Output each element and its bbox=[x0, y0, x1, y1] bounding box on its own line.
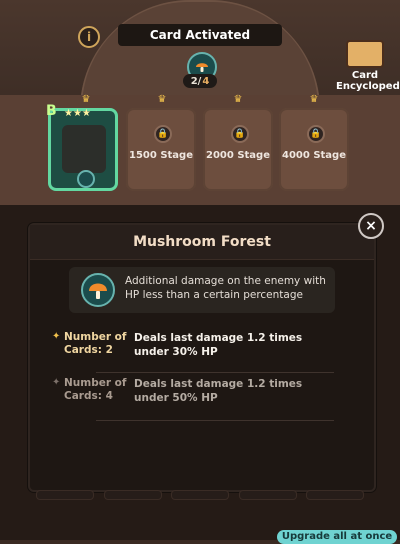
star-icon: ✦ bbox=[52, 331, 61, 342]
description-box: Additional damage on the enemy with HP l… bbox=[69, 267, 335, 313]
activated-count-main: 2/ bbox=[190, 75, 202, 87]
upgrade-all-button[interactable]: Upgrade all at once bbox=[277, 530, 397, 544]
mushroom-icon bbox=[77, 170, 95, 188]
encyclopedia-label-2: Encyclopedia bbox=[336, 81, 400, 92]
bottom-slot bbox=[238, 490, 297, 500]
stage-requirement: 4000 Stage bbox=[282, 150, 346, 161]
book-icon bbox=[346, 40, 384, 68]
star-icon: ✦ bbox=[52, 377, 61, 388]
close-button[interactable]: × bbox=[358, 213, 384, 239]
lock-icon: 🔒 bbox=[154, 125, 172, 143]
card-encyclopedia-button[interactable]: Card Encyclopedia bbox=[336, 40, 400, 94]
info-icon[interactable]: i bbox=[78, 26, 100, 48]
hero-portrait bbox=[62, 125, 106, 173]
bottom-slot bbox=[171, 490, 229, 500]
stage-requirement: 1500 Stage bbox=[129, 150, 193, 161]
bonus-label: Number of Cards: 2 bbox=[64, 331, 127, 356]
card-stars: ★★★ bbox=[64, 108, 91, 119]
bottom-slot-strip bbox=[36, 490, 364, 504]
lock-icon: 🔒 bbox=[231, 125, 249, 143]
description-text: Additional damage on the enemy with HP l… bbox=[125, 275, 326, 301]
activated-count: 2/4 bbox=[183, 74, 217, 88]
crown-icon: ♛ bbox=[157, 94, 167, 105]
card-activated-title: Card Activated bbox=[118, 24, 282, 46]
crown-icon: ♛ bbox=[233, 94, 243, 105]
bottom-slot bbox=[103, 490, 162, 500]
bonus-label: Number of Cards: 4 bbox=[64, 377, 127, 402]
card-grade: B bbox=[46, 103, 57, 119]
bottom-slot bbox=[36, 490, 94, 500]
lock-icon: 🔒 bbox=[307, 125, 325, 143]
set-bonus-modal: Mushroom Forest Additional damage on the… bbox=[28, 223, 376, 492]
encyclopedia-label-1: Card bbox=[351, 70, 379, 81]
mushroom-icon bbox=[81, 273, 115, 307]
bonus-effect: Deals last damage 1.2 times under 50% HP bbox=[134, 378, 303, 404]
activated-count-sub: 4 bbox=[202, 75, 210, 87]
divider bbox=[96, 372, 334, 373]
crown-icon: ♛ bbox=[81, 94, 91, 105]
bottom-slot bbox=[306, 490, 364, 500]
bonus-effect: Deals last damage 1.2 times under 30% HP bbox=[134, 332, 303, 358]
stage-requirement: 2000 Stage bbox=[206, 150, 270, 161]
crown-icon: ♛ bbox=[309, 94, 319, 105]
divider bbox=[96, 420, 334, 421]
modal-title: Mushroom Forest bbox=[30, 225, 374, 260]
